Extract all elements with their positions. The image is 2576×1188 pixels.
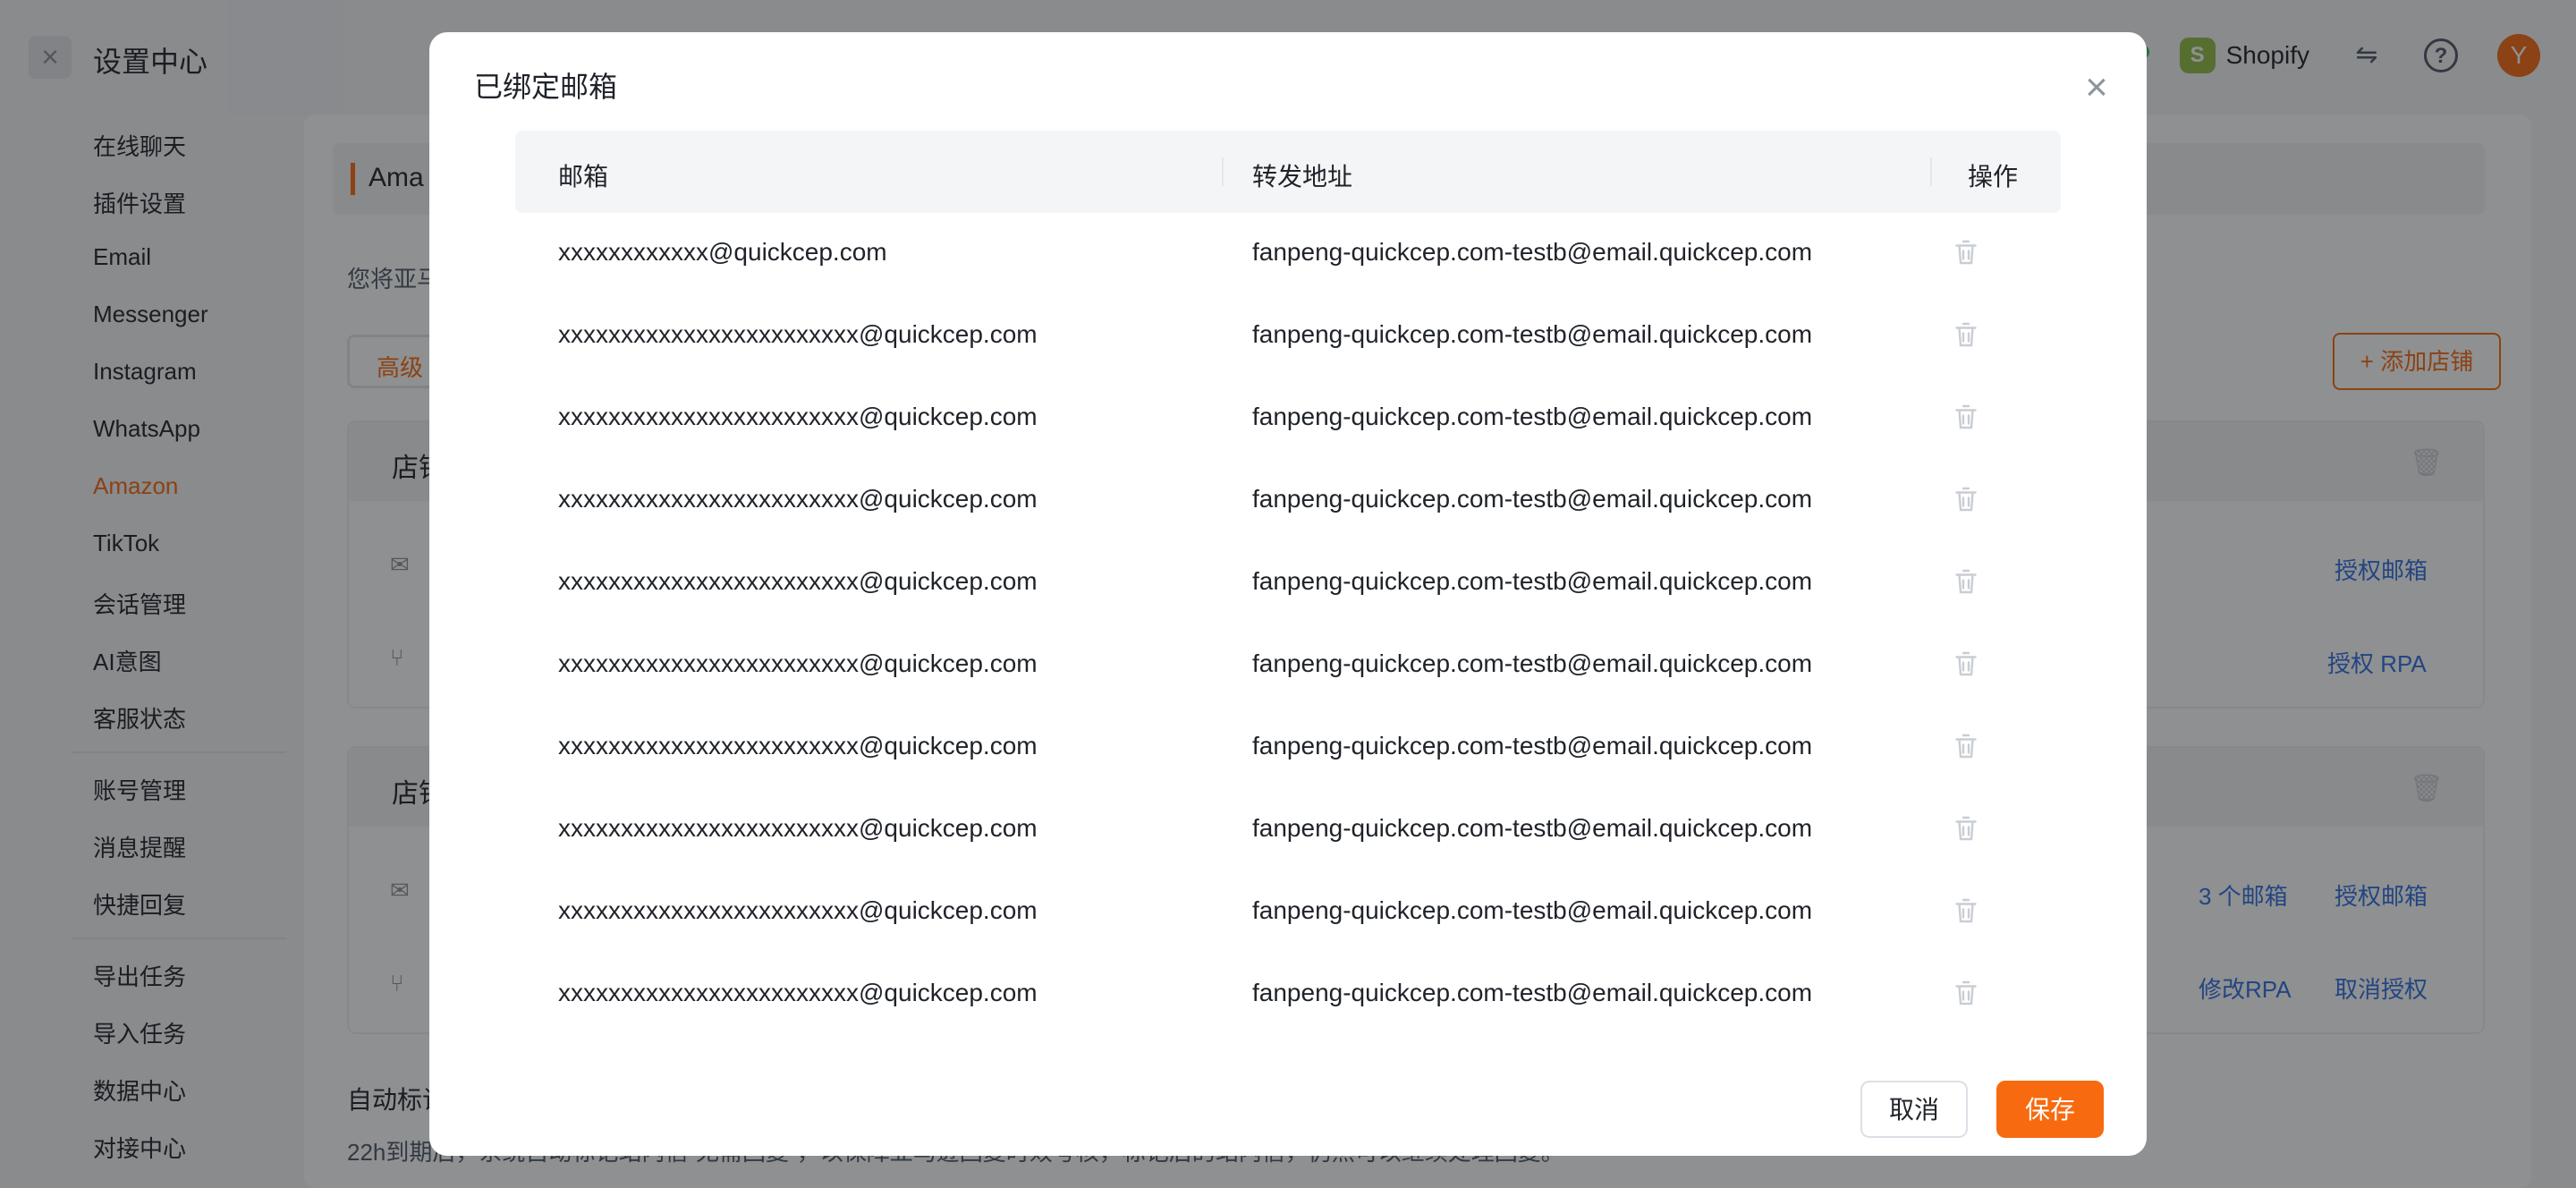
email-cell: xxxxxxxxxxxxxxxxxxxxxxxx@quickcep.com [558, 814, 1038, 842]
save-button[interactable]: 保存 [1996, 1081, 2104, 1138]
delete-icon[interactable] [1950, 812, 1982, 844]
forward-address-cell: fanpeng-quickcep.com-testb@email.quickce… [1252, 979, 1813, 1006]
delete-icon[interactable] [1950, 236, 1982, 268]
table-row: xxxxxxxxxxxxxxxxxxxxxxxx@quickcep.com fan… [515, 624, 2061, 707]
email-cell: xxxxxxxxxxxxxxxxxxxxxxxx@quickcep.com [558, 320, 1038, 348]
table-row: xxxxxxxxxxxxxxxxxxxxxxxx@quickcep.com fan… [515, 707, 2061, 789]
delete-icon[interactable] [1950, 401, 1982, 433]
column-header-forward: 转发地址 [1252, 163, 1353, 191]
delete-icon[interactable] [1950, 895, 1982, 927]
email-cell: xxxxxxxxxxxxxxxxxxxxxxxx@quickcep.com [558, 979, 1038, 1006]
forward-address-cell: fanpeng-quickcep.com-testb@email.quickce… [1252, 485, 1813, 513]
forward-address-cell: fanpeng-quickcep.com-testb@email.quickce… [1252, 814, 1813, 842]
email-cell: xxxxxxxxxxxxxxxxxxxxxxxx@quickcep.com [558, 732, 1038, 759]
forward-address-cell: fanpeng-quickcep.com-testb@email.quickce… [1252, 320, 1813, 348]
table-row: xxxxxxxxxxxxxxxxxxxxxxxx@quickcep.com fan… [515, 542, 2061, 624]
table-header: 邮箱 转发地址 操作 [515, 131, 2061, 213]
column-separator [1222, 157, 1224, 186]
table-row: xxxxxxxxxxxxxxxxxxxxxxxx@quickcep.com fan… [515, 871, 2061, 954]
delete-icon[interactable] [1950, 565, 1982, 598]
delete-icon[interactable] [1950, 977, 1982, 1009]
table-row: xxxxxxxxxxxxxxxxxxxxxxxx@quickcep.com fan… [515, 789, 2061, 871]
delete-icon[interactable] [1950, 318, 1982, 351]
table-row: xxxxxxxxxxxx@quickcep.com fanpeng-quickce… [515, 213, 2061, 295]
cancel-button[interactable]: 取消 [1860, 1081, 1968, 1138]
forward-address-cell: fanpeng-quickcep.com-testb@email.quickce… [1252, 238, 1813, 266]
delete-icon[interactable] [1950, 730, 1982, 762]
email-cell: xxxxxxxxxxxxxxxxxxxxxxxx@quickcep.com [558, 567, 1038, 595]
delete-icon[interactable] [1950, 483, 1982, 515]
forward-address-cell: fanpeng-quickcep.com-testb@email.quickce… [1252, 732, 1813, 759]
email-cell: xxxxxxxxxxxxxxxxxxxxxxxx@quickcep.com [558, 403, 1038, 430]
email-cell: xxxxxxxxxxxxxxxxxxxxxxxx@quickcep.com [558, 649, 1038, 677]
table-row: xxxxxxxxxxxxxxxxxxxxxxxx@quickcep.com fan… [515, 295, 2061, 378]
table-row: xxxxxxxxxxxxxxxxxxxxxxxx@quickcep.com fan… [515, 378, 2061, 460]
forward-address-cell: fanpeng-quickcep.com-testb@email.quickce… [1252, 649, 1813, 677]
table-row: xxxxxxxxxxxxxxxxxxxxxxxx@quickcep.com fan… [515, 460, 2061, 542]
column-header-action: 操作 [1968, 163, 2019, 191]
column-header-email: 邮箱 [558, 163, 609, 191]
forward-address-cell: fanpeng-quickcep.com-testb@email.quickce… [1252, 403, 1813, 430]
table-row: xxxxxxxxxxxxxxxxxxxxxxxx@quickcep.com fan… [515, 954, 2061, 1036]
close-icon[interactable]: × [2073, 64, 2120, 111]
email-cell: xxxxxxxxxxxxxxxxxxxxxxxx@quickcep.com [558, 896, 1038, 924]
delete-icon[interactable] [1950, 648, 1982, 680]
column-separator [1930, 157, 1932, 186]
forward-address-cell: fanpeng-quickcep.com-testb@email.quickce… [1252, 896, 1813, 924]
table-body: xxxxxxxxxxxx@quickcep.com fanpeng-quickce… [515, 213, 2061, 1036]
forward-address-cell: fanpeng-quickcep.com-testb@email.quickce… [1252, 567, 1813, 595]
emails-table: 邮箱 转发地址 操作 xxxxxxxxxxxx@quickcep.com fanp… [515, 131, 2061, 1036]
bound-emails-dialog: 已绑定邮箱 × 邮箱 转发地址 操作 xxxxxxxxxxxx@quickcep… [429, 32, 2147, 1156]
email-cell: xxxxxxxxxxxxxxxxxxxxxxxx@quickcep.com [558, 485, 1038, 513]
dialog-title: 已绑定邮箱 [474, 71, 618, 103]
email-cell: xxxxxxxxxxxx@quickcep.com [558, 238, 887, 266]
